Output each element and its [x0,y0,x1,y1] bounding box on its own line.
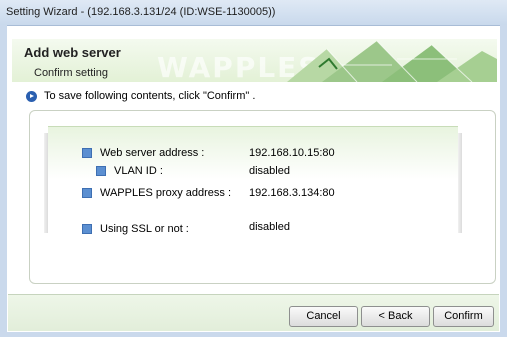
header-title: Add web server [24,45,121,60]
settings-panel: Web server address : 192.168.10.15:80 VL… [29,110,496,284]
window-border-bottom [0,332,507,337]
bullet-icon [82,148,92,159]
window-titlebar[interactable]: Setting Wizard - (192.168.3.131/24 (ID:W… [0,0,507,26]
setting-value: 192.168.3.134:80 [249,187,335,199]
setting-value: disabled [249,221,290,233]
window-border-left [0,25,7,337]
setting-label: VLAN ID : [114,165,163,178]
bullet-icon [82,188,92,199]
bullet-icon [96,166,106,177]
instruction-text: To save following contents, click "Confi… [44,90,256,103]
setting-row-using-ssl: Using SSL or not : [82,223,189,235]
confirm-button[interactable]: Confirm [433,306,494,327]
setting-label: Web server address : [100,147,205,160]
setting-label: WAPPLES proxy address : [100,187,232,200]
instruction: To save following contents, click "Confi… [26,90,255,104]
wizard-header: WAPPLES Add web server Confirm setting [12,39,497,82]
building-graphic [287,40,497,82]
window-border-right [500,25,507,337]
arrow-circle-icon [26,90,37,102]
cancel-button[interactable]: Cancel [289,306,358,327]
back-button[interactable]: < Back [361,306,430,327]
settings-card: Web server address : 192.168.10.15:80 VL… [44,126,462,277]
header-subtitle: Confirm setting [34,67,108,79]
setting-row-vlan-id: VLAN ID : [96,165,163,177]
card-shadow-left [44,133,48,233]
window-title: Setting Wizard - (192.168.3.131/24 (ID:W… [6,6,276,18]
setting-value: disabled [249,165,290,177]
setting-row-web-server-address: Web server address : [82,147,204,159]
setting-value: 192.168.10.15:80 [249,147,335,159]
setting-label: Using SSL or not : [100,223,189,236]
bullet-icon [82,224,92,235]
setting-row-wapples-proxy-address: WAPPLES proxy address : [82,187,231,199]
card-shadow-right [458,133,462,233]
